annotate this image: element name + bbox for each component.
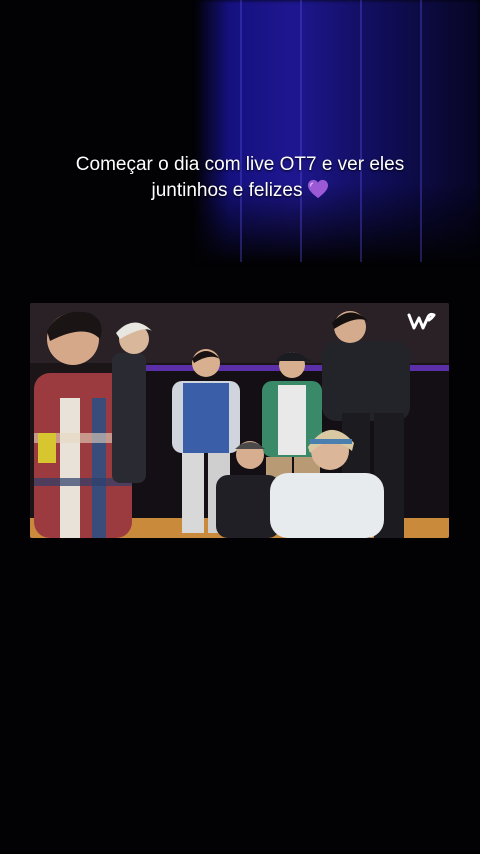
caption-line-1: Começar o dia com live OT7 e ver eles: [75, 154, 405, 175]
live-video-frame[interactable]: [30, 303, 449, 538]
light-streak: [420, 0, 422, 262]
tiktok-video-screen: Começar o dia com live OT7 e ver eles ju…: [0, 0, 480, 854]
blue-light-background: [195, 0, 480, 262]
purple-heart-icon: [307, 179, 328, 199]
caption-line-2-text: juntinhos e felizes: [151, 180, 303, 201]
light-streak: [360, 0, 362, 262]
light-streak: [240, 0, 242, 262]
video-caption: Começar o dia com live OT7 e ver eles ju…: [40, 152, 440, 204]
weverse-logo-icon: [407, 312, 436, 330]
light-streak: [300, 0, 302, 262]
caption-line-2: juntinhos e felizes: [40, 178, 440, 204]
live-video-scene: [30, 303, 449, 538]
